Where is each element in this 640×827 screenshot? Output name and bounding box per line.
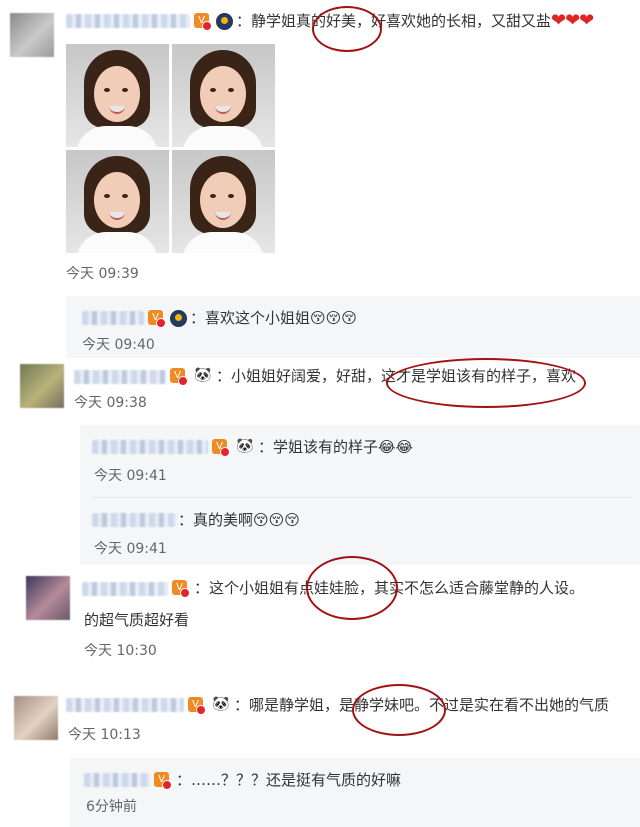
reply-box [70, 758, 640, 827]
comment-time: 今天 10:13 [68, 727, 141, 743]
vip-badge-icon: V [212, 439, 230, 457]
comment-text: ：小姐姐好阔爱，好甜，这才是学姐该有的样子，喜欢 [216, 367, 577, 385]
comment-time: 今天 09:39 [66, 266, 139, 282]
reply-text: ：喜欢这个小姐姐😚😚😚 [190, 309, 357, 327]
medal-icon [216, 13, 233, 30]
avatar[interactable] [26, 576, 70, 620]
comment-text: ：这个小姐姐有点娃娃脸，其实不怎么适合藤堂静的人设。 [194, 579, 585, 597]
divider [92, 497, 632, 498]
comment-text-line2: 的超气质超好看 [84, 611, 190, 629]
comment-text: ：静学姐真的好美，好喜欢她的长相，又甜又盐❤❤❤ [236, 10, 594, 31]
reply-time: 今天 09:41 [94, 468, 167, 484]
comment-image[interactable] [172, 150, 275, 253]
panda-icon: 🐼 [212, 696, 230, 712]
panda-icon: 🐼 [236, 438, 254, 454]
reply-text: ：……？？？还是挺有气质的好嘛 [176, 771, 402, 789]
reply-time: 今天 09:41 [94, 541, 167, 557]
comment-image[interactable] [66, 150, 169, 253]
vip-badge-icon: V [170, 368, 188, 386]
comment-time: 今天 09:38 [74, 395, 147, 411]
username-blurred[interactable] [82, 311, 144, 325]
username-blurred[interactable] [66, 698, 184, 712]
username-blurred[interactable] [92, 513, 176, 527]
vip-badge-icon: V [194, 13, 212, 31]
comment-time: 今天 10:30 [84, 643, 157, 659]
reply-text: ：学姐该有的样子😂😂 [258, 438, 414, 456]
kiss-emoji-icons: 😚😚😚 [310, 309, 357, 327]
comment-image[interactable] [66, 44, 169, 147]
comment-image[interactable] [172, 44, 275, 147]
reply-time: 6分钟前 [86, 799, 137, 815]
comment-text: ：哪是静学姐，是静学妹吧。不过是实在看不出她的气质 [234, 696, 610, 714]
panda-icon: 🐼 [194, 367, 212, 383]
laugh-emoji-icons: 😂😂 [378, 438, 414, 456]
vip-badge-icon: V [188, 697, 206, 715]
vip-badge-icon: V [172, 580, 190, 598]
username-blurred[interactable] [92, 440, 208, 454]
username-blurred[interactable] [84, 773, 150, 787]
username-blurred[interactable] [66, 14, 190, 28]
avatar[interactable] [14, 696, 58, 740]
avatar[interactable] [20, 364, 64, 408]
vip-badge-icon: V [148, 310, 166, 328]
vip-badge-icon: V [154, 772, 172, 790]
username-blurred[interactable] [74, 370, 166, 384]
kiss-emoji-icons: 😚😚😚 [253, 511, 300, 529]
avatar[interactable] [10, 13, 54, 57]
medal-icon [170, 310, 187, 327]
username-blurred[interactable] [82, 582, 168, 596]
reply-time: 今天 09:40 [82, 337, 155, 353]
heart-icons: ❤❤❤ [551, 10, 594, 31]
reply-text: ：真的美啊😚😚😚 [178, 511, 300, 529]
